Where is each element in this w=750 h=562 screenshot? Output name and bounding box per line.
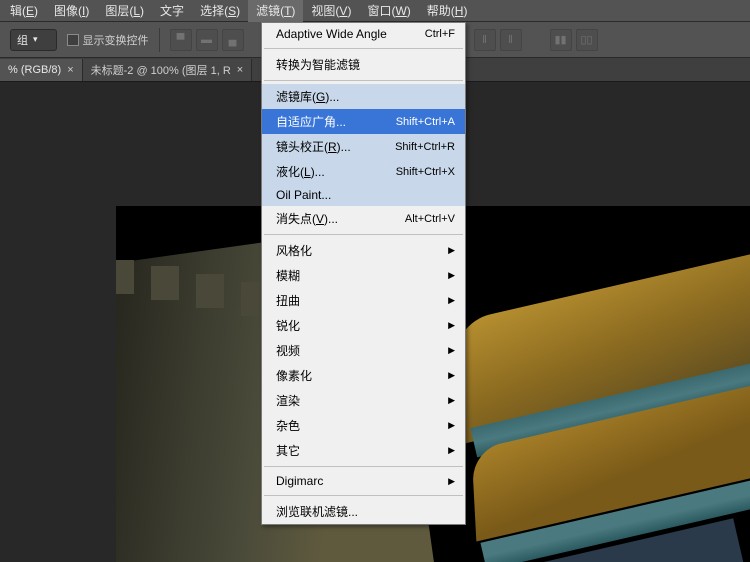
menu-separator [264, 48, 463, 49]
menu-item-label: 像素化 [276, 367, 312, 384]
menu-item-label: Adaptive Wide Angle [276, 27, 387, 41]
mode-select-label: 组 [17, 32, 28, 48]
document-tab-0[interactable]: % (RGB/8) × [0, 59, 83, 81]
menu-item-11[interactable]: 风格化 ▶ [262, 238, 465, 263]
menu-item-label: 渲染 [276, 392, 300, 409]
submenu-arrow-icon: ▶ [448, 320, 455, 331]
document-tab-title: 未标题-2 @ 100% (图层 1, R [91, 62, 231, 78]
menu-item-6[interactable]: 镜头校正(R)... Shift+Ctrl+R [262, 134, 465, 159]
menu-item-15[interactable]: 视频 ▶ [262, 338, 465, 363]
align-group-1: ▀ ▬ ▄ [170, 29, 244, 51]
menu-item-shortcut: Shift+Ctrl+R [395, 141, 455, 153]
filter-menu-dropdown: Adaptive Wide Angle Ctrl+F 转换为智能滤镜滤镜库(G)..… [261, 22, 466, 525]
menu-item-label: Oil Paint... [276, 188, 331, 202]
menu-item-label: Digimarc [276, 474, 323, 488]
menu-item-21[interactable]: Digimarc ▶ [262, 470, 465, 492]
menu-item-label: 镜头校正(R)... [276, 138, 351, 155]
checkbox-icon [67, 34, 79, 46]
menu-item-shortcut: Shift+Ctrl+X [396, 166, 455, 178]
menu-item-14[interactable]: 锐化 ▶ [262, 313, 465, 338]
menu-item-label: 模糊 [276, 267, 300, 284]
menu-separator [264, 234, 463, 235]
submenu-arrow-icon: ▶ [448, 445, 455, 456]
menu-item-shortcut: Shift+Ctrl+A [396, 116, 455, 128]
align-group-2: ‖ ‖ [474, 29, 522, 51]
menu-item-5[interactable]: 自适应广角... Shift+Ctrl+A [262, 109, 465, 134]
close-icon[interactable]: × [67, 64, 73, 76]
menu-item-label: 风格化 [276, 242, 312, 259]
menu-item-9[interactable]: 消失点(V)... Alt+Ctrl+V [262, 206, 465, 231]
menu-L[interactable]: 图层(L) [97, 0, 152, 22]
menu-item-18[interactable]: 杂色 ▶ [262, 413, 465, 438]
menu-item-2[interactable]: 转换为智能滤镜 [262, 52, 465, 77]
menu-S[interactable]: 选择(S) [192, 0, 248, 22]
menu-item-23[interactable]: 浏览联机滤镜... [262, 499, 465, 524]
menu-item-label: 视频 [276, 342, 300, 359]
menu-item-label: 扭曲 [276, 292, 300, 309]
menu-item-12[interactable]: 模糊 ▶ [262, 263, 465, 288]
menu-item-0[interactable]: Adaptive Wide Angle Ctrl+F [262, 23, 465, 45]
menu-item-4[interactable]: 滤镜库(G)... [262, 84, 465, 109]
submenu-arrow-icon: ▶ [448, 245, 455, 256]
menu-item-label: 自适应广角... [276, 113, 346, 130]
menu-item-13[interactable]: 扭曲 ▶ [262, 288, 465, 313]
menu-separator [264, 495, 463, 496]
menu-item-8[interactable]: Oil Paint... [262, 184, 465, 206]
menu-item-label: 滤镜库(G)... [276, 88, 339, 105]
menu-item-label: 锐化 [276, 317, 300, 334]
submenu-arrow-icon: ▶ [448, 476, 455, 487]
menu-E[interactable]: 辑(E) [2, 0, 46, 22]
menu-item-17[interactable]: 渲染 ▶ [262, 388, 465, 413]
menu-separator [264, 80, 463, 81]
submenu-arrow-icon: ▶ [448, 370, 455, 381]
document-tab-1[interactable]: 未标题-2 @ 100% (图层 1, R × [83, 59, 253, 81]
distribute-v-icon[interactable]: ‖ [500, 29, 522, 51]
application-menubar: 辑(E)图像(I)图层(L)文字选择(S)滤镜(T)视图(V)窗口(W)帮助(H… [0, 0, 750, 22]
menu-item-16[interactable]: 像素化 ▶ [262, 363, 465, 388]
align-vcenter-icon[interactable]: ▬ [196, 29, 218, 51]
menu-item-shortcut: Alt+Ctrl+V [405, 213, 455, 225]
checkbox-label: 显示变换控件 [83, 32, 149, 48]
document-tab-title: % (RGB/8) [8, 64, 61, 76]
menu-item-label: 转换为智能滤镜 [276, 56, 360, 73]
distribute-h-icon[interactable]: ‖ [474, 29, 496, 51]
arrange-icon-2[interactable]: ▯▯ [576, 29, 598, 51]
menu-item-label: 其它 [276, 442, 300, 459]
submenu-arrow-icon: ▶ [448, 395, 455, 406]
menu-item-label: 液化(L)... [276, 163, 325, 180]
menu-item-7[interactable]: 液化(L)... Shift+Ctrl+X [262, 159, 465, 184]
separator [159, 28, 160, 52]
menu-3[interactable]: 文字 [152, 0, 192, 22]
submenu-arrow-icon: ▶ [448, 420, 455, 431]
align-top-icon[interactable]: ▀ [170, 29, 192, 51]
menu-I[interactable]: 图像(I) [46, 0, 97, 22]
menu-W[interactable]: 窗口(W) [359, 0, 418, 22]
close-icon[interactable]: × [237, 64, 243, 76]
menu-H[interactable]: 帮助(H) [419, 0, 476, 22]
menu-item-19[interactable]: 其它 ▶ [262, 438, 465, 463]
arrange-icon-1[interactable]: ▮▮ [550, 29, 572, 51]
submenu-arrow-icon: ▶ [448, 295, 455, 306]
align-bottom-icon[interactable]: ▄ [222, 29, 244, 51]
mode-select[interactable]: 组 [10, 29, 57, 51]
menu-item-label: 浏览联机滤镜... [276, 503, 358, 520]
menu-item-label: 杂色 [276, 417, 300, 434]
menu-separator [264, 466, 463, 467]
submenu-arrow-icon: ▶ [448, 345, 455, 356]
menu-item-label: 消失点(V)... [276, 210, 338, 227]
show-transform-controls[interactable]: 显示变换控件 [67, 32, 149, 48]
menu-item-shortcut: Ctrl+F [425, 28, 455, 40]
menu-V[interactable]: 视图(V) [303, 0, 359, 22]
menu-T[interactable]: 滤镜(T) [248, 0, 303, 22]
arrange-group: ▮▮ ▯▯ [550, 29, 598, 51]
submenu-arrow-icon: ▶ [448, 270, 455, 281]
